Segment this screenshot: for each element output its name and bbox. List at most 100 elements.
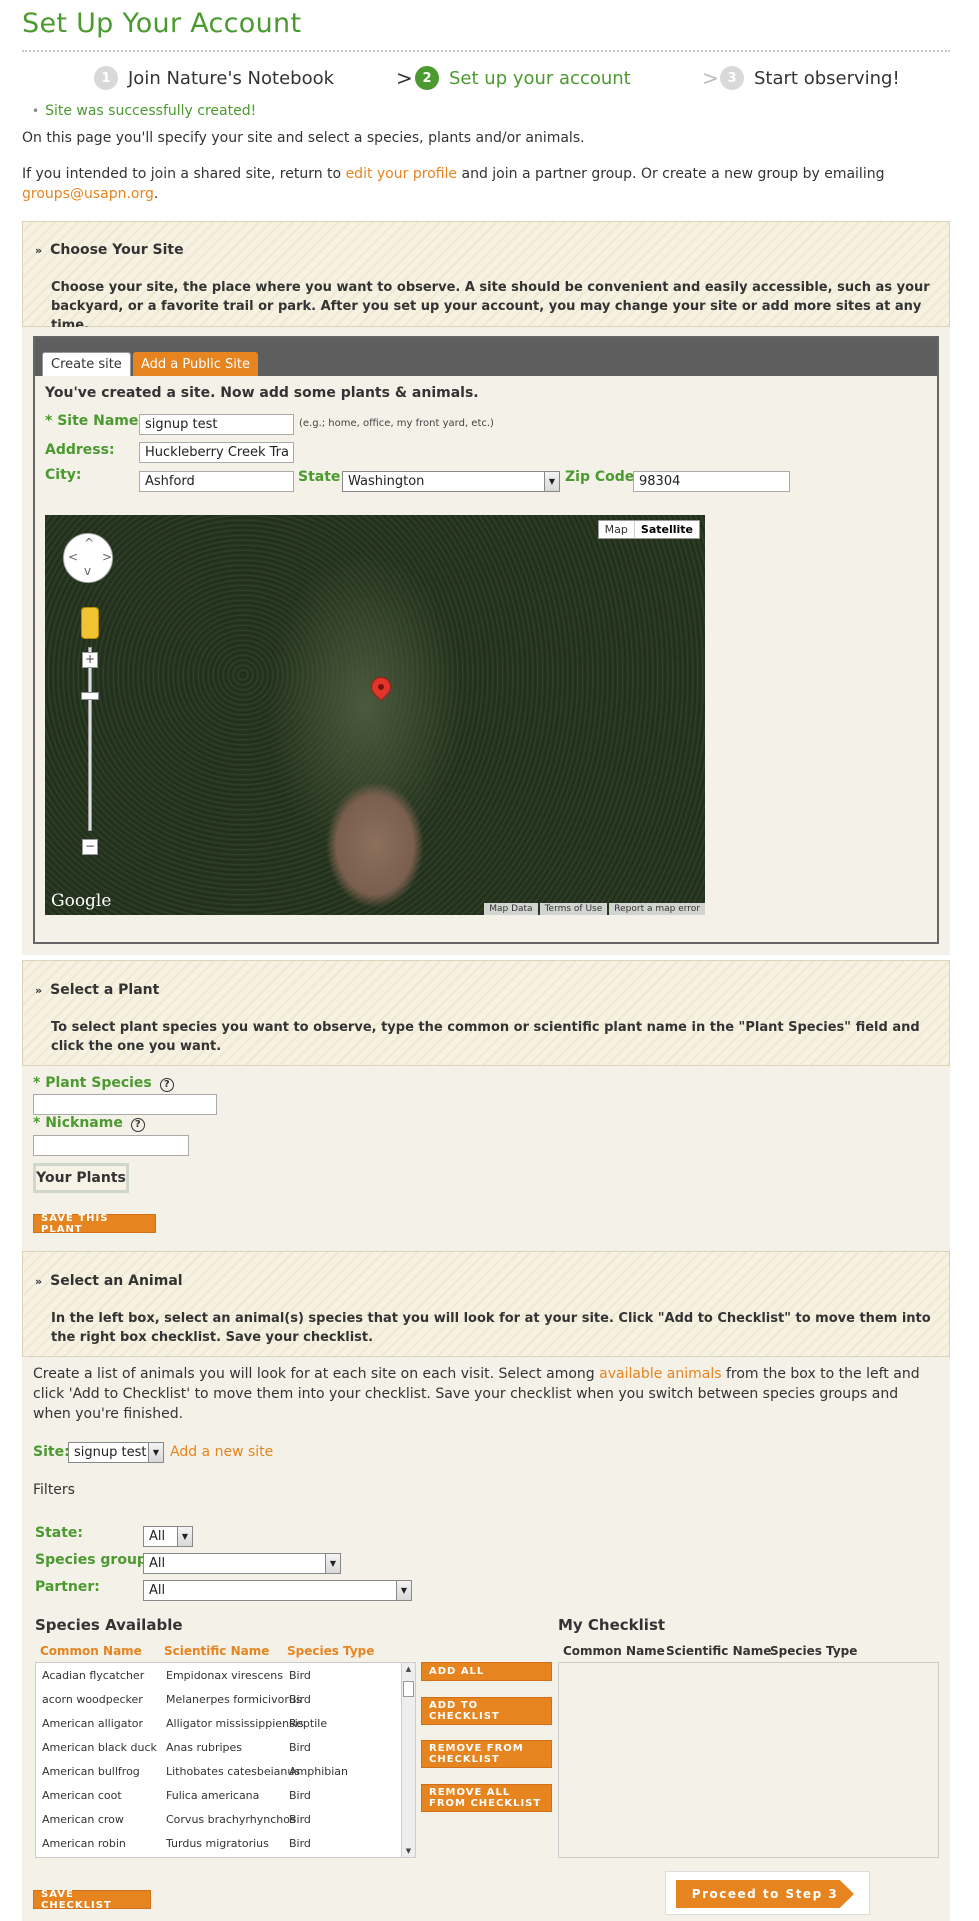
state-select[interactable]: Washington ▼ (342, 471, 560, 492)
state-filter-value: All (149, 1529, 166, 1544)
checklist-col-common: Common Name (563, 1644, 665, 1658)
scroll-up-icon[interactable]: ▲ (402, 1665, 415, 1673)
select-animal-heading[interactable]: » Select an Animal (35, 1273, 183, 1289)
intro-text: On this page you'll specify your site an… (22, 130, 585, 146)
shared-text-2: and join a partner group. Or create a ne… (461, 166, 885, 182)
map-type-satellite-button[interactable]: Satellite (633, 521, 699, 538)
save-checklist-button[interactable]: Save checklist (33, 1889, 151, 1911)
species-type: Bird (289, 1693, 311, 1706)
city-label: City: (45, 467, 82, 483)
species-type: Bird (289, 1837, 311, 1850)
zoom-slider-thumb[interactable] (81, 692, 99, 700)
nickname-input[interactable] (33, 1135, 189, 1156)
groups-email-link[interactable]: groups@usapn.org (22, 186, 154, 202)
help-icon[interactable]: ? (130, 1118, 145, 1132)
select-plant-heading[interactable]: » Select a Plant (35, 982, 159, 998)
species-type: Bird (289, 1813, 311, 1826)
proceed-container: Proceed to Step 3 (665, 1871, 870, 1915)
state-filter-select[interactable]: All ▼ (143, 1526, 193, 1547)
map-type-control: Map Satellite (597, 520, 700, 539)
species-common-name: American coot (42, 1789, 122, 1802)
step-2: 2 Set up your account (415, 64, 631, 92)
step-3: 3 Start observing! (720, 64, 900, 92)
plant-species-input[interactable] (33, 1094, 217, 1115)
add-new-site-link[interactable]: Add a new site (170, 1444, 273, 1460)
your-plants-button[interactable]: Your Plants (33, 1163, 129, 1193)
species-scientific-name: Lithobates catesbeianus (166, 1765, 301, 1778)
choose-site-section: » Choose Your Site Choose your site, the … (22, 221, 950, 333)
animal-instructions: Create a list of animals you will look f… (33, 1366, 920, 1422)
remove-from-checklist-button[interactable]: Remove from checklist (421, 1740, 552, 1768)
species-type: Bird (289, 1789, 311, 1802)
my-checklist-list[interactable] (558, 1662, 939, 1858)
checklist-col-scientific: Scientific Name (666, 1644, 772, 1658)
nickname-label: * Nickname? (33, 1115, 145, 1132)
species-common-name: American robin (42, 1837, 126, 1850)
filters-label: Filters (33, 1482, 75, 1498)
help-icon[interactable]: ? (159, 1078, 174, 1092)
edit-profile-link[interactable]: edit your profile (346, 166, 457, 182)
map-type-map-button[interactable]: Map (599, 521, 634, 538)
terms-of-use-link[interactable]: Terms of Use (539, 903, 608, 915)
dropdown-arrow-icon: ▼ (544, 472, 559, 491)
my-checklist-heading: My Checklist (558, 1616, 666, 1634)
add-all-button[interactable]: Add all (421, 1662, 552, 1681)
pan-control[interactable]: ^ v < > (63, 533, 113, 583)
step-3-label: Start observing! (754, 67, 900, 89)
site-select[interactable]: signup test ▼ (68, 1442, 164, 1463)
scrollbar-thumb[interactable] (403, 1681, 414, 1697)
species-group-label: Species group: (35, 1552, 153, 1568)
map-data-link[interactable]: Map Data (484, 903, 538, 915)
scrollbar[interactable]: ▲ ▼ (401, 1663, 415, 1857)
period: . (153, 186, 159, 202)
step-1-label: Join Nature's Notebook (128, 67, 335, 89)
city-input[interactable] (139, 471, 294, 492)
site-select-value: signup test (74, 1445, 147, 1460)
species-type: Bird (289, 1741, 311, 1754)
pan-down-icon: v (84, 564, 92, 578)
select-animal-section: » Select an Animal In the left box, selec… (22, 1251, 950, 1357)
select-plant-description: To select plant species you want to obse… (51, 1020, 920, 1054)
site-name-label: * Site Name: (45, 413, 144, 429)
tab-add-public-site[interactable]: Add a Public Site (133, 352, 258, 376)
species-group-select[interactable]: All ▼ (143, 1553, 341, 1574)
remove-all-from-checklist-button[interactable]: Remove all from checklist (421, 1784, 552, 1812)
zoom-out-button[interactable]: − (82, 839, 98, 855)
zoom-in-button[interactable]: + (82, 652, 98, 668)
species-scientific-name: Empidonax virescens (166, 1669, 283, 1682)
step-2-label: Set up your account (449, 67, 631, 89)
dropdown-arrow-icon: ▼ (177, 1527, 192, 1546)
state-label: State: (298, 469, 347, 485)
partner-select[interactable]: All ▼ (143, 1580, 412, 1601)
chevron-down-icon: » (35, 1275, 43, 1288)
zoom-slider[interactable] (88, 647, 92, 831)
save-plant-button[interactable]: Save this plant (33, 1213, 156, 1235)
partner-label: Partner: (35, 1579, 100, 1595)
dropdown-arrow-icon: ▼ (325, 1554, 340, 1573)
species-available-list[interactable]: Acadian flycatcher Empidonax virescens Bir… (35, 1662, 416, 1858)
tab-create-site[interactable]: Create site (42, 352, 131, 376)
chevron-down-icon: » (35, 984, 43, 997)
add-to-checklist-button[interactable]: Add to checklist (421, 1697, 552, 1725)
satellite-map[interactable]: Map Satellite ^ v < > + − Google Map Dat… (45, 515, 705, 915)
species-group-value: All (149, 1556, 166, 1571)
dropdown-arrow-icon: ▼ (396, 1581, 411, 1600)
report-map-error-link[interactable]: Report a map error (609, 903, 705, 915)
scroll-down-icon[interactable]: ▼ (402, 1847, 415, 1855)
proceed-to-step-3-button[interactable]: Proceed to Step 3 (676, 1880, 854, 1908)
partner-value: All (149, 1583, 166, 1598)
zip-input[interactable] (633, 471, 790, 492)
shared-site-text: If you intended to join a shared site, r… (22, 164, 922, 204)
available-animals-link[interactable]: available animals (599, 1366, 721, 1382)
pegman-icon[interactable] (81, 607, 99, 639)
species-scientific-name: Corvus brachyrhynchos (166, 1813, 296, 1826)
google-logo: Google (51, 891, 112, 911)
map-pin-icon[interactable] (366, 672, 396, 702)
species-type: Bird (289, 1669, 311, 1682)
address-label: Address: (45, 442, 115, 458)
choose-site-heading[interactable]: » Choose Your Site (35, 242, 184, 258)
site-name-input[interactable] (139, 414, 294, 435)
species-common-name: American black duck (42, 1741, 157, 1754)
species-common-name: Acadian flycatcher (42, 1669, 145, 1682)
address-input[interactable] (139, 442, 294, 463)
